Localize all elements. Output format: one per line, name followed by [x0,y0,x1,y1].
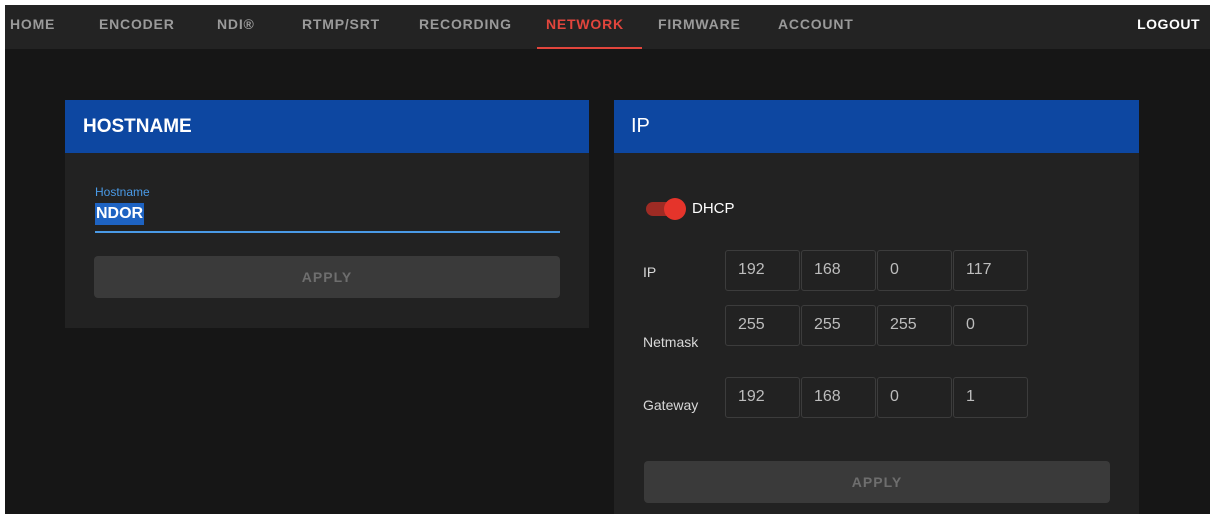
nav-firmware[interactable]: FIRMWARE [658,5,741,49]
dhcp-label: DHCP [692,200,735,217]
hostname-card: HOSTNAME Hostname NDOR APPLY [65,100,589,328]
nav-account[interactable]: ACCOUNT [778,5,854,49]
ip-apply-button[interactable]: APPLY [644,461,1110,503]
ip-octet-3[interactable]: 0 [877,250,952,291]
netmask-octet-4[interactable]: 0 [953,305,1028,346]
nav-home[interactable]: HOME [10,5,55,49]
logout-button[interactable]: LOGOUT [1137,5,1200,49]
top-nav: HOME ENCODER NDI® RTMP/SRT RECORDING NET… [5,5,1210,49]
ip-row-label: IP [643,264,657,280]
ip-octet-2[interactable]: 168 [801,250,876,291]
nav-encoder[interactable]: ENCODER [99,5,175,49]
ip-octet-1[interactable]: 192 [725,250,800,291]
app-frame: HOME ENCODER NDI® RTMP/SRT RECORDING NET… [5,5,1210,514]
nav-ndi[interactable]: NDI® [217,5,255,49]
nav-rtmp-srt[interactable]: RTMP/SRT [302,5,380,49]
nav-active-indicator [537,47,642,49]
netmask-octet-3[interactable]: 255 [877,305,952,346]
nav-network[interactable]: NETWORK [546,5,624,49]
gateway-octet-4[interactable]: 1 [953,377,1028,418]
hostname-card-title: HOSTNAME [65,100,589,153]
hostname-input-underline [95,231,560,233]
hostname-input[interactable]: NDOR [95,203,145,225]
hostname-apply-button[interactable]: APPLY [94,256,560,298]
netmask-octet-1[interactable]: 255 [725,305,800,346]
ip-octet-4[interactable]: 117 [953,250,1028,291]
ip-card: IP DHCP IP 192 168 0 117 Netmask 255 255… [614,100,1139,514]
netmask-octet-2[interactable]: 255 [801,305,876,346]
ip-card-title: IP [614,100,1139,153]
gateway-octet-3[interactable]: 0 [877,377,952,418]
netmask-row-label: Netmask [643,334,699,350]
gateway-row-label: Gateway [643,397,699,413]
dhcp-toggle-thumb[interactable] [664,198,686,220]
nav-recording[interactable]: RECORDING [419,5,512,49]
gateway-octet-1[interactable]: 192 [725,377,800,418]
gateway-octet-2[interactable]: 168 [801,377,876,418]
hostname-field-label: Hostname [95,185,150,199]
